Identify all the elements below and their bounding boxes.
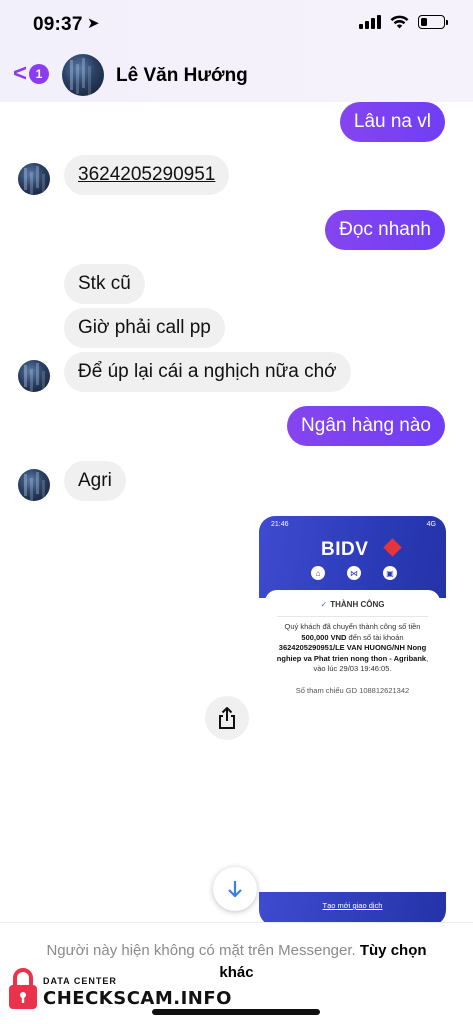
- contact-avatar[interactable]: [62, 54, 104, 96]
- status-time: 09:37: [33, 14, 83, 35]
- status-icons: [359, 15, 448, 29]
- receipt-network: 4G: [426, 521, 436, 528]
- cellular-signal-icon: [359, 15, 381, 29]
- status-bar: 09:37 ➤: [0, 0, 473, 50]
- home-icon: ⌂: [311, 566, 325, 580]
- bidv-logo-mark-icon: [383, 538, 402, 557]
- receipt-reference: Số tham chiếu GD 108812621342: [295, 686, 410, 695]
- battery-icon: [418, 15, 448, 29]
- watermark-subtitle: DATA CENTER: [43, 976, 117, 986]
- message-incoming[interactable]: Để úp lại cái a nghịch nữa chớ: [64, 352, 351, 392]
- location-arrow-icon: ➤: [87, 15, 100, 32]
- message-incoming[interactable]: 3624205290951: [64, 155, 230, 195]
- share-icon: [219, 707, 235, 729]
- new-transaction-label: Tạo mới giao dịch: [322, 901, 383, 910]
- message-outgoing[interactable]: Đọc nhanh: [325, 210, 445, 250]
- share-button[interactable]: [205, 696, 249, 740]
- lock-icon: [9, 968, 37, 1009]
- receipt-status: ✓ THÀNH CÔNG: [320, 600, 385, 609]
- sender-avatar[interactable]: [18, 469, 50, 501]
- message-incoming[interactable]: Stk cũ: [64, 264, 145, 304]
- share-icon: ⋈: [347, 566, 361, 580]
- unread-badge: 1: [29, 64, 50, 84]
- receipt-status-time: 21:46: [271, 521, 289, 528]
- contact-name[interactable]: Lê Văn Hướng: [116, 65, 248, 87]
- receipt-footer: Tạo mới giao dịch: [259, 892, 446, 926]
- scroll-to-bottom-button[interactable]: [213, 867, 257, 911]
- arrow-down-icon: [228, 881, 242, 898]
- divider: [277, 616, 428, 617]
- watermark: DATA CENTER CHECKSCAM.INFO: [7, 967, 231, 1013]
- back-button[interactable]: < 1: [13, 60, 50, 87]
- message-outgoing[interactable]: Lâu na vl: [339, 102, 445, 142]
- chevron-left-icon: <: [13, 60, 28, 87]
- receipt-detail: Quý khách đã chuyển thành công số tiền 5…: [276, 622, 429, 673]
- message-incoming[interactable]: Agri: [64, 461, 126, 501]
- receipt-header: 21:46 4G BIDV ⌂ ⋈ ▣: [259, 516, 446, 598]
- save-icon: ▣: [383, 566, 397, 580]
- message-list[interactable]: Lâu na vl 3624205290951 Đọc nhanh Stk cũ…: [0, 102, 473, 926]
- watermark-title: CHECKSCAM.INFO: [43, 988, 232, 1009]
- conversation-header: < 1 Lê Văn Hướng: [0, 50, 473, 102]
- shared-image-transfer-receipt[interactable]: 21:46 4G BIDV ⌂ ⋈ ▣ ✓ THÀNH CÔNG Quý khác…: [259, 516, 446, 926]
- wifi-icon: [390, 15, 409, 29]
- sender-avatar[interactable]: [18, 163, 50, 195]
- check-circle-icon: ✓: [320, 600, 328, 609]
- receipt-card: ✓ THÀNH CÔNG Quý khách đã chuyển thành cô…: [265, 590, 440, 900]
- account-number-link[interactable]: 3624205290951: [78, 164, 215, 185]
- sender-avatar[interactable]: [18, 360, 50, 392]
- bidv-logo: BIDV: [321, 539, 369, 560]
- message-incoming[interactable]: Giờ phải call pp: [64, 308, 225, 348]
- receipt-actions: ⌂ ⋈ ▣: [311, 566, 397, 580]
- message-outgoing[interactable]: Ngân hàng nào: [287, 406, 445, 446]
